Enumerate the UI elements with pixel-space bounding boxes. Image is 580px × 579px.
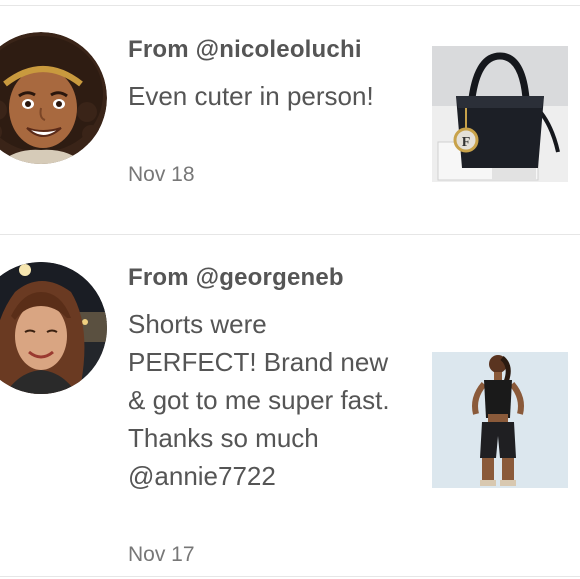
svg-text:F: F xyxy=(462,135,471,150)
review-message: Shorts were PERFECT! Brand new & got to … xyxy=(128,309,390,491)
review-item[interactable]: From @nicoleoluchi Even cuter in person!… xyxy=(0,0,580,234)
review-author[interactable]: From @georgeneb xyxy=(128,264,344,292)
review-message: Even cuter in person! xyxy=(128,81,374,111)
biker-shorts-thumbnail-icon[interactable] xyxy=(432,352,568,488)
bitmoji-avatar-icon[interactable] xyxy=(0,32,107,164)
review-item[interactable]: From @georgeneb Shorts were PERFECT! Bra… xyxy=(0,235,580,579)
review-author[interactable]: From @nicoleoluchi xyxy=(128,36,362,64)
review-date: Nov 17 xyxy=(128,543,195,566)
profile-photo-avatar-icon[interactable] xyxy=(0,262,107,394)
reviews-screen: From @nicoleoluchi Even cuter in person!… xyxy=(0,0,580,579)
bottom-divider xyxy=(0,576,580,577)
black-handbag-thumbnail-icon[interactable]: F xyxy=(432,46,568,182)
review-date: Nov 18 xyxy=(128,163,195,186)
